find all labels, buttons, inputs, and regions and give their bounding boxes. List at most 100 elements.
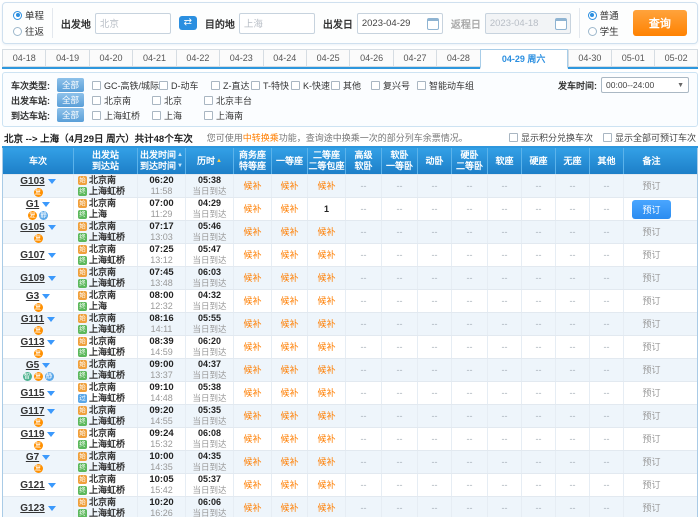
sort-desc-icon[interactable]: ▼ [177, 161, 183, 172]
date-tab-selected[interactable]: 04-29 周六 [480, 49, 568, 69]
radio-icon[interactable] [588, 27, 597, 36]
seat-availability[interactable]: 候补 [280, 273, 298, 284]
date-tab[interactable]: 04-18 [2, 49, 45, 67]
adult-radio[interactable]: 普通 [588, 8, 619, 22]
seat-availability[interactable]: 候补 [280, 503, 298, 514]
seat-availability[interactable]: 候补 [317, 503, 335, 514]
radio-selected-icon[interactable] [13, 11, 22, 20]
round-trip-radio[interactable]: 往返 [13, 24, 44, 38]
date-tab[interactable]: 04-30 [568, 49, 611, 67]
train-number-link[interactable]: G5 [26, 360, 39, 371]
train-number-link[interactable]: G105 [20, 222, 44, 233]
filter-option[interactable]: 上海 [152, 109, 204, 122]
checkbox-icon[interactable] [204, 111, 213, 120]
seat-availability[interactable]: 候补 [280, 480, 298, 491]
train-number-link[interactable]: G1 [26, 199, 39, 210]
all-badge[interactable]: 全部 [57, 93, 84, 107]
show-points-checkbox[interactable]: 显示积分兑换车次 [509, 131, 593, 144]
seat-availability[interactable]: 候补 [317, 181, 335, 192]
seat-availability[interactable]: 候补 [243, 181, 261, 192]
checkbox-icon[interactable] [92, 96, 101, 105]
seat-availability[interactable]: 候补 [317, 227, 335, 238]
seat-availability[interactable]: 候补 [280, 434, 298, 445]
seat-availability[interactable]: 候补 [243, 365, 261, 376]
expand-train-icon[interactable] [47, 340, 55, 345]
date-tab[interactable]: 05-01 [611, 49, 654, 67]
filter-option[interactable]: 其他 [331, 79, 371, 92]
seat-availability[interactable]: 候补 [243, 503, 261, 514]
seat-availability[interactable]: 候补 [243, 342, 261, 353]
seat-availability[interactable]: 候补 [243, 250, 261, 261]
depart-time-select[interactable]: 00:00--24:00 ▼ [601, 77, 689, 93]
seat-availability[interactable]: 候补 [243, 204, 261, 215]
sort-asc-icon[interactable]: ▲ [177, 150, 183, 161]
date-tab[interactable]: 04-25 [306, 49, 349, 67]
seat-availability[interactable]: 候补 [317, 365, 335, 376]
train-number-link[interactable]: G109 [20, 273, 44, 284]
seat-availability[interactable]: 候补 [317, 250, 335, 261]
train-number-link[interactable]: G3 [26, 291, 39, 302]
all-badge[interactable]: 全部 [57, 108, 84, 122]
checkbox-icon[interactable] [417, 81, 426, 90]
checkbox-icon[interactable] [371, 81, 380, 90]
seat-availability[interactable]: 候补 [317, 411, 335, 422]
seat-availability[interactable]: 候补 [317, 480, 335, 491]
one-way-radio[interactable]: 单程 [13, 8, 44, 22]
seat-availability[interactable]: 候补 [243, 480, 261, 491]
train-number-link[interactable]: G7 [26, 452, 39, 463]
train-number-link[interactable]: G103 [20, 176, 44, 187]
date-tab[interactable]: 04-28 [436, 49, 479, 67]
depart-date-input[interactable]: 2023-04-29 [357, 13, 443, 34]
expand-train-icon[interactable] [47, 317, 55, 322]
seat-availability[interactable]: 候补 [243, 434, 261, 445]
seat-availability[interactable]: 候补 [280, 296, 298, 307]
from-input[interactable]: 北京 [95, 13, 171, 34]
train-number-link[interactable]: G115 [21, 388, 45, 399]
book-button[interactable]: 预订 [632, 200, 670, 219]
checkbox-icon[interactable] [509, 133, 518, 142]
seat-availability[interactable]: 候补 [317, 296, 335, 307]
seat-availability[interactable]: 候补 [317, 273, 335, 284]
seat-availability[interactable]: 候补 [243, 411, 261, 422]
filter-option[interactable]: D-动车 [159, 79, 211, 92]
filter-option[interactable]: 智能动车组 [417, 79, 487, 92]
checkbox-icon[interactable] [152, 96, 161, 105]
train-number-link[interactable]: G119 [21, 429, 45, 440]
seat-availability[interactable]: 候补 [280, 250, 298, 261]
expand-train-icon[interactable] [48, 276, 56, 281]
transfer-link[interactable]: 中转换乘 [243, 133, 279, 143]
show-bookable-checkbox[interactable]: 显示全部可预订车次 [603, 131, 696, 144]
seat-availability[interactable]: 候补 [317, 434, 335, 445]
train-number-link[interactable]: G111 [21, 314, 44, 325]
column-header[interactable]: 历时▲ [185, 148, 233, 174]
radio-icon[interactable] [13, 27, 22, 36]
date-tab[interactable]: 04-22 [176, 49, 219, 67]
seat-availability[interactable]: 候补 [280, 181, 298, 192]
checkbox-icon[interactable] [251, 81, 260, 90]
checkbox-icon[interactable] [92, 81, 101, 90]
filter-option[interactable]: T-特快 [251, 79, 291, 92]
train-number-link[interactable]: G117 [21, 406, 45, 417]
checkbox-icon[interactable] [211, 81, 220, 90]
expand-train-icon[interactable] [47, 391, 55, 396]
expand-train-icon[interactable] [48, 253, 56, 258]
date-tab[interactable]: 04-24 [263, 49, 306, 67]
filter-option[interactable]: K-快速 [291, 79, 331, 92]
seat-availability[interactable]: 候补 [243, 319, 261, 330]
expand-train-icon[interactable] [42, 202, 50, 207]
filter-option[interactable]: 上海虹桥 [92, 109, 152, 122]
seat-availability[interactable]: 候补 [280, 342, 298, 353]
filter-option[interactable]: 北京 [152, 94, 204, 107]
train-number-link[interactable]: G113 [21, 337, 45, 348]
date-tab[interactable]: 04-27 [393, 49, 436, 67]
seat-availability[interactable]: 候补 [317, 457, 335, 468]
filter-option[interactable]: 北京南 [92, 94, 152, 107]
seat-availability[interactable]: 候补 [243, 273, 261, 284]
date-tab[interactable]: 04-21 [132, 49, 175, 67]
filter-option[interactable]: 复兴号 [371, 79, 417, 92]
date-tab[interactable]: 04-20 [89, 49, 132, 67]
expand-train-icon[interactable] [42, 455, 50, 460]
checkbox-icon[interactable] [204, 96, 213, 105]
query-button[interactable]: 查询 [633, 10, 687, 36]
train-number-link[interactable]: G121 [20, 480, 44, 491]
